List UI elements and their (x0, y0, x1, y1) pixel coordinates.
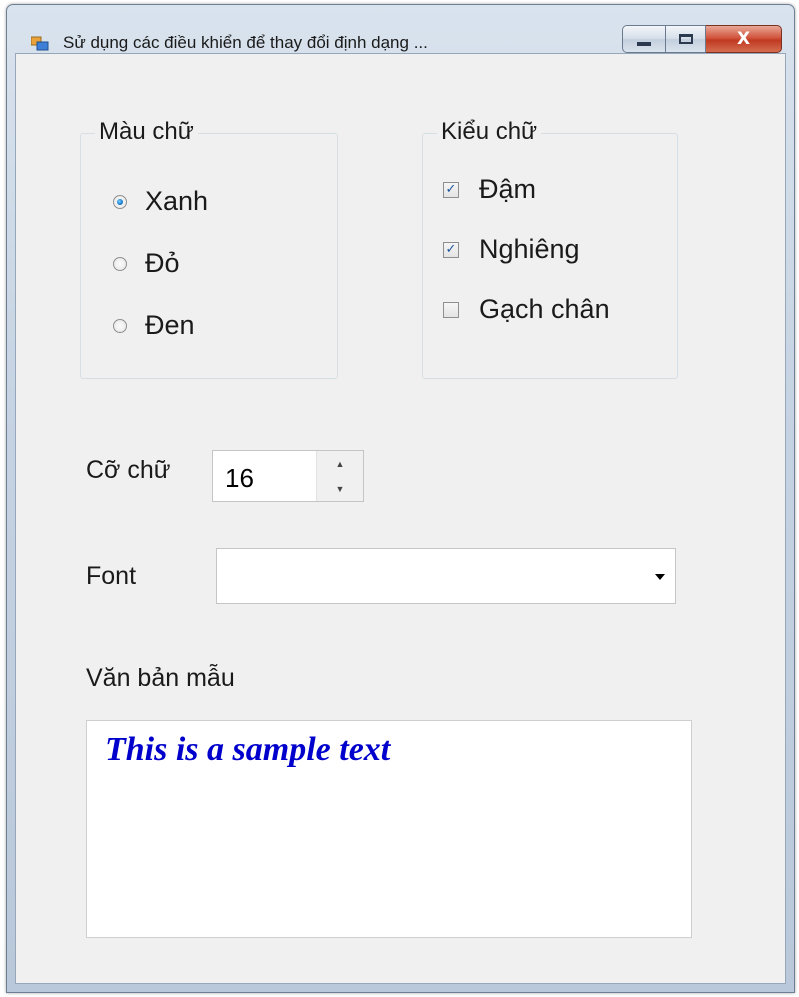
dropdown-arrow-icon[interactable] (655, 574, 665, 580)
radio-button[interactable] (113, 256, 127, 271)
radio-den[interactable]: Đen (113, 310, 195, 341)
color-groupbox: Màu chữ Xanh Đỏ Đen (80, 118, 338, 379)
style-group-title: Kiểu chữ (437, 118, 542, 146)
close-icon: X (736, 29, 751, 49)
title-bar[interactable]: Sử dụng các điều khiển để thay đổi định … (7, 5, 794, 53)
style-groupbox: Kiểu chữ ✓ Đậm ✓ Nghiêng Gạch chân (422, 118, 678, 379)
maximize-button[interactable] (666, 25, 706, 53)
close-button[interactable]: X (706, 25, 782, 53)
radio-label: Đỏ (145, 248, 180, 278)
window-title: Sử dụng các điều khiển để thay đổi định … (63, 33, 428, 52)
radio-xanh[interactable]: Xanh (113, 186, 208, 217)
checkmark-icon[interactable]: ✓ (443, 241, 459, 258)
minimize-button[interactable] (622, 25, 666, 53)
font-size-stepper[interactable]: 16 ▲ ▼ (212, 450, 364, 502)
radio-do[interactable]: Đỏ (113, 248, 180, 279)
minimize-icon (637, 42, 651, 46)
maximize-icon (678, 34, 693, 44)
caption-buttons: X (622, 25, 782, 55)
app-form-icon[interactable] (30, 35, 49, 51)
size-label: Cỡ chữ (86, 456, 171, 484)
radio-label: Xanh (145, 186, 209, 216)
font-combobox[interactable] (216, 548, 676, 604)
font-size-value[interactable]: 16 (225, 463, 254, 494)
checkbox-label: Nghiêng (479, 234, 580, 264)
color-group-title: Màu chữ (95, 118, 198, 146)
font-label: Font (86, 562, 137, 590)
checkbox-label: Gạch chân (479, 294, 610, 324)
checkbox-nghieng[interactable]: ✓ Nghiêng (443, 234, 580, 265)
checkmark-icon[interactable]: ✓ (443, 181, 459, 198)
checkbox-gach-chan[interactable]: Gạch chân (443, 294, 610, 325)
app-window: Sử dụng các điều khiển để thay đổi định … (6, 4, 795, 993)
radio-button-checked[interactable] (113, 194, 127, 209)
checkbox-empty[interactable] (443, 301, 459, 318)
checkbox-dam[interactable]: ✓ Đậm (443, 174, 536, 205)
stepper-down-icon[interactable]: ▼ (317, 476, 363, 501)
sample-textbox[interactable]: This is a sample text (86, 720, 692, 938)
sample-label: Văn bản mẫu (86, 664, 235, 692)
checkbox-label: Đậm (479, 174, 537, 204)
stepper-buttons: ▲ ▼ (316, 451, 363, 501)
radio-label: Đen (145, 310, 195, 340)
sample-text[interactable]: This is a sample text (105, 731, 390, 769)
radio-button[interactable] (113, 318, 127, 333)
form-client-area: Màu chữ Xanh Đỏ Đen Kiểu chữ ✓ Đậm ✓ Ngh… (15, 53, 786, 984)
stepper-up-icon[interactable]: ▲ (317, 451, 363, 476)
